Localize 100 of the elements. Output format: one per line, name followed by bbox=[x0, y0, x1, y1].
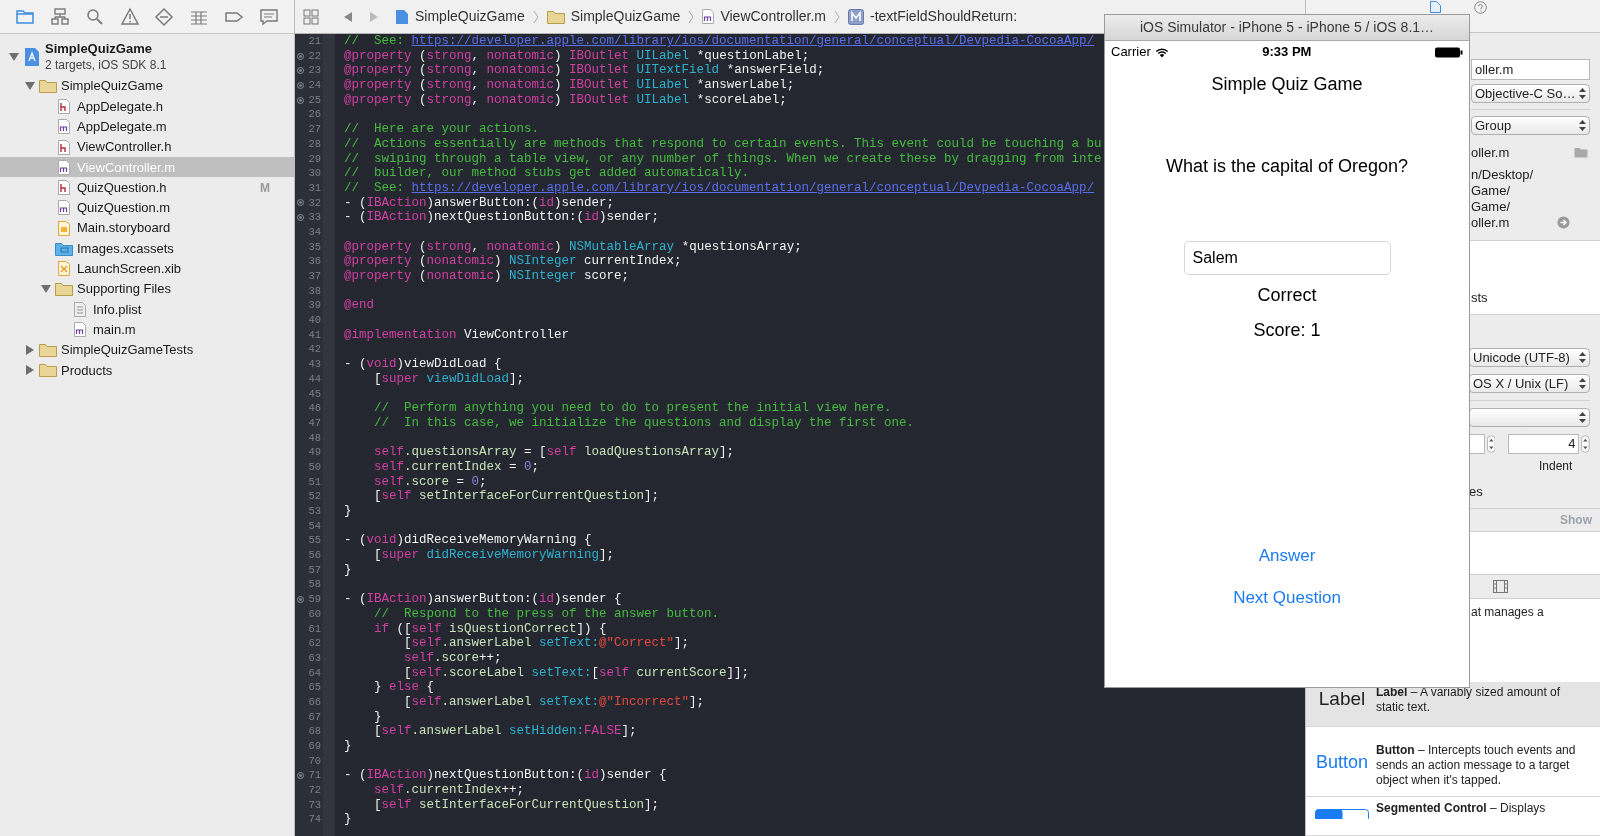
code-line: - (IBAction)answerButton:(id)sender { bbox=[344, 592, 622, 607]
code-link[interactable]: https://developer.apple.com/library/ios/documentation/general/conceptual/Devpedia-CocoaApp/ bbox=[411, 34, 1095, 48]
code-line: } else { bbox=[373, 680, 435, 695]
library-item[interactable]: Segmented Control – Displays bbox=[1306, 797, 1600, 836]
tree-item[interactable]: AppDelegate.m bbox=[0, 116, 294, 137]
dropdown[interactable]: Unicode (UTF-8) bbox=[1469, 347, 1590, 367]
tree-item[interactable]: main.m bbox=[0, 319, 294, 340]
tree-item[interactable]: Images.xcassets bbox=[0, 238, 294, 259]
file-name-field[interactable]: oller.m bbox=[1471, 59, 1590, 81]
line-number: 53 bbox=[308, 504, 321, 519]
tree-item[interactable]: AppDelegate.h bbox=[0, 96, 294, 117]
diamond-icon[interactable] bbox=[154, 6, 175, 27]
updown-arrows-icon bbox=[1579, 377, 1586, 389]
indent-label: Indent bbox=[1539, 457, 1574, 475]
folder-icon bbox=[546, 9, 565, 24]
updown-arrows-icon bbox=[1579, 88, 1586, 100]
file-icon[interactable] bbox=[1430, 1, 1441, 13]
code-line: // See: https://developer.apple.com/library/ios/documentation/general/conceptual/Devpedia-CocoaApp/ bbox=[344, 34, 1095, 48]
back-arrow-icon[interactable] bbox=[343, 10, 353, 23]
tree-item[interactable]: Products bbox=[0, 360, 294, 381]
link-button[interactable]: Next Question bbox=[1229, 584, 1345, 610]
line-number: 25 bbox=[308, 92, 321, 108]
updown-arrows-icon bbox=[1579, 411, 1586, 423]
line-number: 60 bbox=[308, 606, 321, 622]
line-number: 31 bbox=[308, 180, 321, 196]
folder-icon[interactable] bbox=[1574, 147, 1588, 159]
line-number: 32 bbox=[308, 195, 321, 211]
code-line: [super viewDidLoad]; bbox=[373, 371, 525, 386]
library-item[interactable]: Button Button – Intercepts touch events and sends an action message to a target object when it's tapped. bbox=[1306, 726, 1600, 798]
line-number: 63 bbox=[308, 650, 321, 666]
disclosure-triangle-icon[interactable] bbox=[25, 365, 35, 376]
score-text: Score: 1 bbox=[1253, 319, 1321, 342]
line-number: 30 bbox=[308, 166, 321, 181]
tree-item[interactable]: Supporting Files bbox=[0, 278, 294, 300]
code-line: // Here are your actions. bbox=[344, 122, 540, 137]
tree-item[interactable]: QuizQuestion.h M bbox=[0, 177, 294, 198]
carrier-text: Carrier bbox=[1111, 43, 1151, 62]
forward-arrow-icon[interactable] bbox=[369, 10, 379, 23]
tree-item[interactable]: SimpleQuizGameTests bbox=[0, 339, 294, 361]
code-line: - (void)viewDidLoad { bbox=[344, 357, 502, 372]
tree-item[interactable]: LaunchScreen.xib bbox=[0, 258, 294, 279]
tree-item[interactable]: QuizQuestion.m bbox=[0, 197, 294, 219]
stepper-icon[interactable] bbox=[1486, 433, 1496, 454]
disclosure-triangle-icon[interactable] bbox=[41, 284, 51, 295]
tree-item[interactable]: SimpleQuizGame 2 targets, iOS SDK 8.1 bbox=[0, 38, 294, 76]
project-name: SimpleQuizGame bbox=[45, 40, 153, 57]
path-text: oller.m bbox=[1471, 214, 1510, 231]
code-line: @property (nonatomic) NSInteger score; bbox=[344, 269, 630, 283]
disclosure-triangle-icon[interactable] bbox=[9, 52, 19, 62]
path-text: Game/ bbox=[1471, 198, 1511, 215]
warning-icon[interactable] bbox=[119, 6, 140, 27]
chevron-icon bbox=[532, 9, 539, 24]
disclosure-triangle-icon[interactable] bbox=[25, 345, 35, 355]
line-number: 40 bbox=[308, 313, 321, 328]
line-number: 29 bbox=[308, 151, 321, 167]
breadcrumb[interactable]: SimpleQuizGame bbox=[546, 6, 681, 27]
breadcrumb[interactable]: ViewController.m bbox=[702, 6, 826, 27]
speech-bubble-icon[interactable] bbox=[258, 6, 279, 27]
link-button[interactable]: Answer bbox=[1254, 543, 1320, 569]
tree-item[interactable]: ViewController.h bbox=[0, 136, 294, 158]
search-icon[interactable] bbox=[84, 6, 105, 27]
stepper-icon[interactable] bbox=[1581, 433, 1590, 454]
tree-item[interactable]: Info.plist bbox=[0, 299, 294, 320]
film-strip-icon[interactable] bbox=[1493, 580, 1508, 594]
help-icon[interactable] bbox=[1474, 1, 1487, 14]
code-line: // builder, our method stubs get added automatically. bbox=[344, 166, 750, 181]
description-text: at manages a bbox=[1471, 605, 1544, 620]
line-number: 68 bbox=[308, 724, 321, 739]
line-number: 22 bbox=[308, 48, 321, 64]
grid-icon[interactable] bbox=[303, 8, 319, 25]
option-text: es bbox=[1469, 482, 1484, 501]
code-line: @property (strong, nonatomic) IBOutlet UILabel *questionLabel; bbox=[344, 48, 810, 63]
line-number: 72 bbox=[308, 783, 321, 798]
code-line: @property (strong, nonatomic) NSMutableArray *questionsArray; bbox=[344, 239, 802, 254]
project-file-icon bbox=[395, 8, 409, 25]
header-file-icon bbox=[58, 98, 70, 114]
arrow-circle-icon[interactable] bbox=[1557, 216, 1571, 230]
code-line: @property (nonatomic) NSInteger currentIndex; bbox=[344, 254, 682, 269]
dropdown[interactable]: OS X / Unix (LF) bbox=[1469, 373, 1590, 393]
chevron-icon bbox=[833, 9, 840, 24]
answer-field[interactable]: Salem bbox=[1183, 241, 1391, 275]
line-number: 71 bbox=[308, 768, 321, 784]
line-number: 35 bbox=[308, 239, 321, 255]
hierarchy-icon[interactable] bbox=[50, 6, 71, 27]
code-line: - (IBAction)nextQuestionButton:(id)sender; bbox=[344, 210, 660, 225]
code-link[interactable]: https://developer.apple.com/library/ios/documentation/general/conceptual/Devpedia-CocoaApp/ bbox=[411, 180, 1095, 195]
disclosure-triangle-icon[interactable] bbox=[25, 81, 35, 92]
indent-width-field[interactable]: 4 bbox=[1508, 433, 1580, 454]
dropdown[interactable]: Objective-C So… bbox=[1471, 84, 1590, 104]
line-number: 28 bbox=[308, 136, 321, 152]
dropdown[interactable] bbox=[1469, 407, 1590, 427]
dropdown[interactable]: Group bbox=[1471, 116, 1590, 136]
line-number: 41 bbox=[308, 327, 321, 343]
tree-item[interactable]: Main.storyboard bbox=[0, 218, 294, 239]
header-file-icon bbox=[58, 180, 70, 196]
folder-icon bbox=[39, 343, 57, 357]
status-time: 9:33 PM bbox=[1262, 43, 1312, 62]
tree-item[interactable]: SimpleQuizGame bbox=[0, 76, 294, 97]
breadcrumb[interactable]: SimpleQuizGame bbox=[395, 6, 525, 27]
breadcrumb[interactable]: -textFieldShouldReturn: bbox=[847, 6, 1018, 27]
